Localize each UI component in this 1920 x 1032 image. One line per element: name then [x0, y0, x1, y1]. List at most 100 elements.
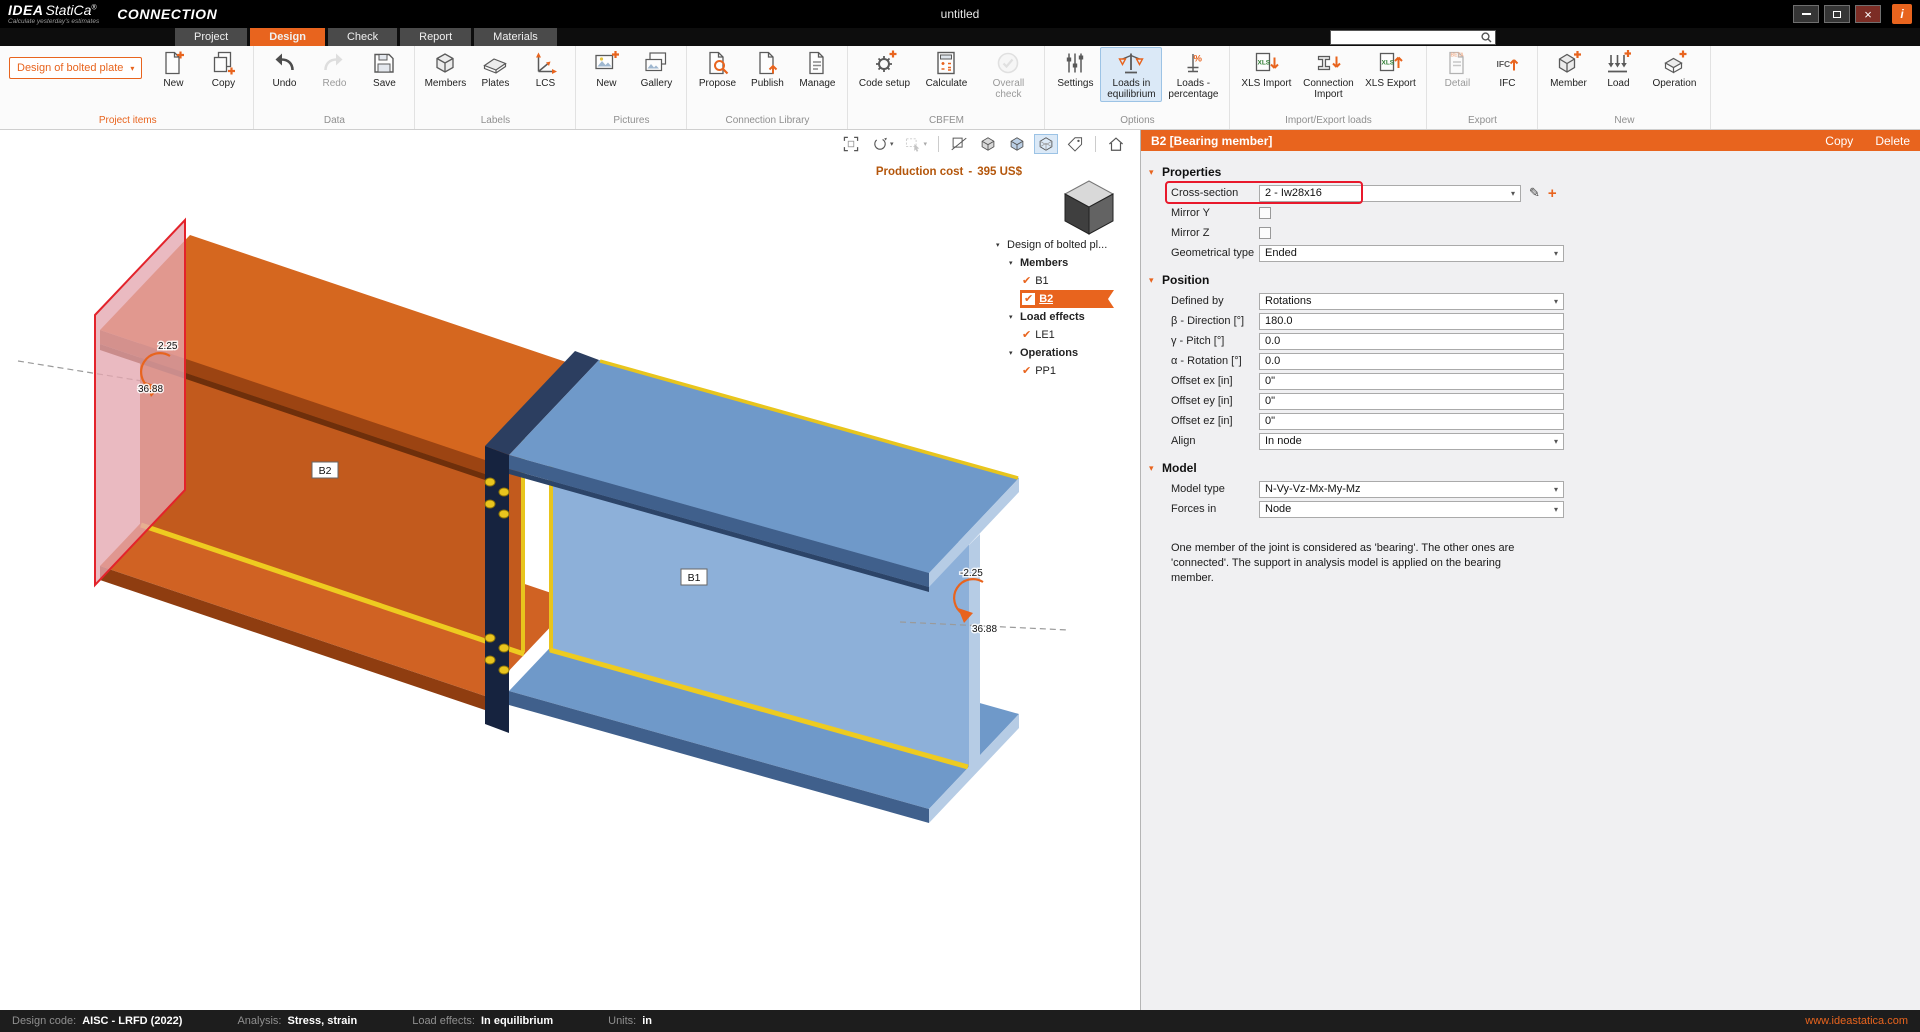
input-offset-ey-in[interactable]: 0" [1259, 393, 1564, 410]
member-tag-b1[interactable]: B1 [681, 569, 707, 585]
select-geometrical-type[interactable]: Ended▾ [1259, 245, 1564, 262]
website-link[interactable]: www.ideastatica.com [1805, 1015, 1908, 1027]
clipping-icon[interactable] [947, 134, 971, 154]
ribbon-button-load[interactable]: Load [1593, 47, 1643, 91]
checkbox-mirror-z[interactable] [1259, 227, 1271, 239]
home-icon[interactable] [1104, 134, 1128, 154]
zoom-fit-icon[interactable] [839, 134, 863, 154]
view-solid-icon[interactable] [976, 134, 1000, 154]
check-icon[interactable]: ✔ [1022, 329, 1031, 341]
ribbon-button-copy[interactable]: Copy [198, 47, 248, 91]
field-value: 0" [1265, 415, 1275, 427]
check-icon[interactable]: ✔ [1022, 293, 1035, 305]
ribbon-button-redo[interactable]: Redo [309, 47, 359, 91]
minimize-button[interactable] [1793, 5, 1819, 23]
3d-viewport[interactable]: 2.25 36.88 [0, 130, 1140, 1010]
search-input[interactable] [1331, 31, 1481, 43]
checkbox-mirror-y[interactable] [1259, 207, 1271, 219]
tab-design[interactable]: Design [250, 28, 325, 46]
ribbon-button-save[interactable]: Save [359, 47, 409, 91]
expander-icon[interactable]: ▾ [1009, 349, 1020, 357]
input-offset-ex-in[interactable]: 0" [1259, 373, 1564, 390]
navigation-cube[interactable] [1054, 172, 1124, 241]
ribbon-group-project-items: Design of bolted plate▾NewCopyProject it… [2, 46, 254, 129]
ribbon-button-gallery[interactable]: Gallery [631, 47, 681, 91]
ribbon-button-publish[interactable]: Publish [742, 47, 792, 91]
input-offset-ez-in[interactable]: 0" [1259, 413, 1564, 430]
ribbon-button-code-setup[interactable]: Code setup [853, 47, 915, 91]
section-header-model[interactable]: ▾Model [1141, 457, 1920, 479]
publish-icon [754, 50, 780, 76]
view-labels-icon[interactable] [1063, 134, 1087, 154]
tab-project[interactable]: Project [175, 28, 247, 46]
tree-item-operations[interactable]: ▾Operations [1007, 344, 1134, 362]
ribbon-button-lcs[interactable]: LCS [520, 47, 570, 91]
tree-item-load-effects[interactable]: ▾Load effects [1007, 308, 1134, 326]
member-b1-solid[interactable] [509, 360, 1019, 823]
sliders-icon [1062, 50, 1088, 76]
status-value: in [642, 1015, 652, 1027]
close-button[interactable]: × [1855, 5, 1881, 23]
ribbon-button-detail[interactable]: BETADetail [1432, 47, 1482, 91]
view-wireframe-icon[interactable] [1034, 134, 1058, 154]
ribbon-button-xls-export[interactable]: XLSXLS Export [1359, 47, 1421, 91]
ribbon-button-member[interactable]: Member [1543, 47, 1593, 91]
expander-icon[interactable]: ▾ [996, 241, 1007, 249]
expander-icon[interactable]: ▾ [1009, 259, 1020, 267]
add-icon[interactable]: + [1548, 185, 1557, 202]
tree-item-le1[interactable]: ✔LE1 [1020, 326, 1134, 344]
ribbon-button-xls-import[interactable]: XLSXLS Import [1235, 47, 1297, 91]
ribbon-button-calculate[interactable]: Calculate [915, 47, 977, 91]
orbit-icon[interactable]: ▾ [868, 134, 897, 154]
check-icon[interactable]: ✔ [1022, 275, 1031, 287]
ribbon-button-ifc[interactable]: IFCIFC [1482, 47, 1532, 91]
expander-icon[interactable]: ▾ [1009, 313, 1020, 321]
tab-check[interactable]: Check [328, 28, 397, 46]
tree-item-members[interactable]: ▾Members [1007, 254, 1134, 272]
tree-item-pp1[interactable]: ✔PP1 [1020, 362, 1134, 380]
ribbon-button-propose[interactable]: Propose [692, 47, 742, 91]
ribbon-button-connection-import[interactable]: Connection Import [1297, 47, 1359, 102]
delete-button[interactable]: Delete [1875, 134, 1910, 148]
input-pitch[interactable]: 0.0 [1259, 333, 1564, 350]
info-button[interactable]: i [1892, 4, 1912, 24]
tree-item-b1[interactable]: ✔B1 [1020, 272, 1134, 290]
ribbon-button-new[interactable]: New [581, 47, 631, 91]
input-rotation[interactable]: 0.0 [1259, 353, 1564, 370]
toolbar-separator [938, 136, 939, 152]
ribbon-button-new[interactable]: New [148, 47, 198, 91]
tree-item-design-of-bolted-pl[interactable]: ▾Design of bolted pl... [994, 236, 1134, 254]
copy-button[interactable]: Copy [1825, 134, 1853, 148]
select-forces-in[interactable]: Node▾ [1259, 501, 1564, 518]
marquee-select-icon[interactable]: ▾ [901, 134, 930, 154]
ribbon-button-undo[interactable]: Undo [259, 47, 309, 91]
ribbon-button-overall-check[interactable]: Overall check [977, 47, 1039, 102]
member-new-icon [1555, 50, 1581, 76]
select-cross-section[interactable]: 2 - Iw28x16▾ [1259, 185, 1521, 202]
tree-item-b2[interactable]: ✔B2 [1020, 290, 1114, 308]
maximize-button[interactable] [1824, 5, 1850, 23]
ribbon-button-manage[interactable]: Manage [792, 47, 842, 91]
member-tag-b2[interactable]: B2 [312, 462, 338, 478]
ribbon-button-members[interactable]: Members [420, 47, 470, 91]
select-align[interactable]: In node▾ [1259, 433, 1564, 450]
tab-materials[interactable]: Materials [474, 28, 557, 46]
check-icon[interactable]: ✔ [1022, 365, 1031, 377]
ribbon-button-loads-percentage[interactable]: %Loads - percentage [1162, 47, 1224, 102]
ribbon-button-operation[interactable]: Operation [1643, 47, 1705, 91]
ribbon-button-plates[interactable]: Plates [470, 47, 520, 91]
edit-icon[interactable]: ✎ [1529, 185, 1540, 201]
collapse-chevron-icon: ▾ [1149, 463, 1162, 474]
ribbon-button-loads-in-equilibrium[interactable]: Loads in equilibrium [1100, 47, 1162, 102]
input-direction[interactable]: 180.0 [1259, 313, 1564, 330]
tab-report[interactable]: Report [400, 28, 471, 46]
section-header-properties[interactable]: ▾Properties [1141, 161, 1920, 183]
select-model-type[interactable]: N-Vy-Vz-Mx-My-Mz▾ [1259, 481, 1564, 498]
select-defined-by[interactable]: Rotations▾ [1259, 293, 1564, 310]
svg-text:IFC: IFC [1497, 59, 1511, 69]
project-type-dropdown[interactable]: Design of bolted plate▾ [9, 57, 142, 79]
property-label: α - Rotation [°] [1171, 355, 1259, 367]
view-shaded-icon[interactable] [1005, 134, 1029, 154]
section-header-position[interactable]: ▾Position [1141, 269, 1920, 291]
ribbon-button-settings[interactable]: Settings [1050, 47, 1100, 91]
